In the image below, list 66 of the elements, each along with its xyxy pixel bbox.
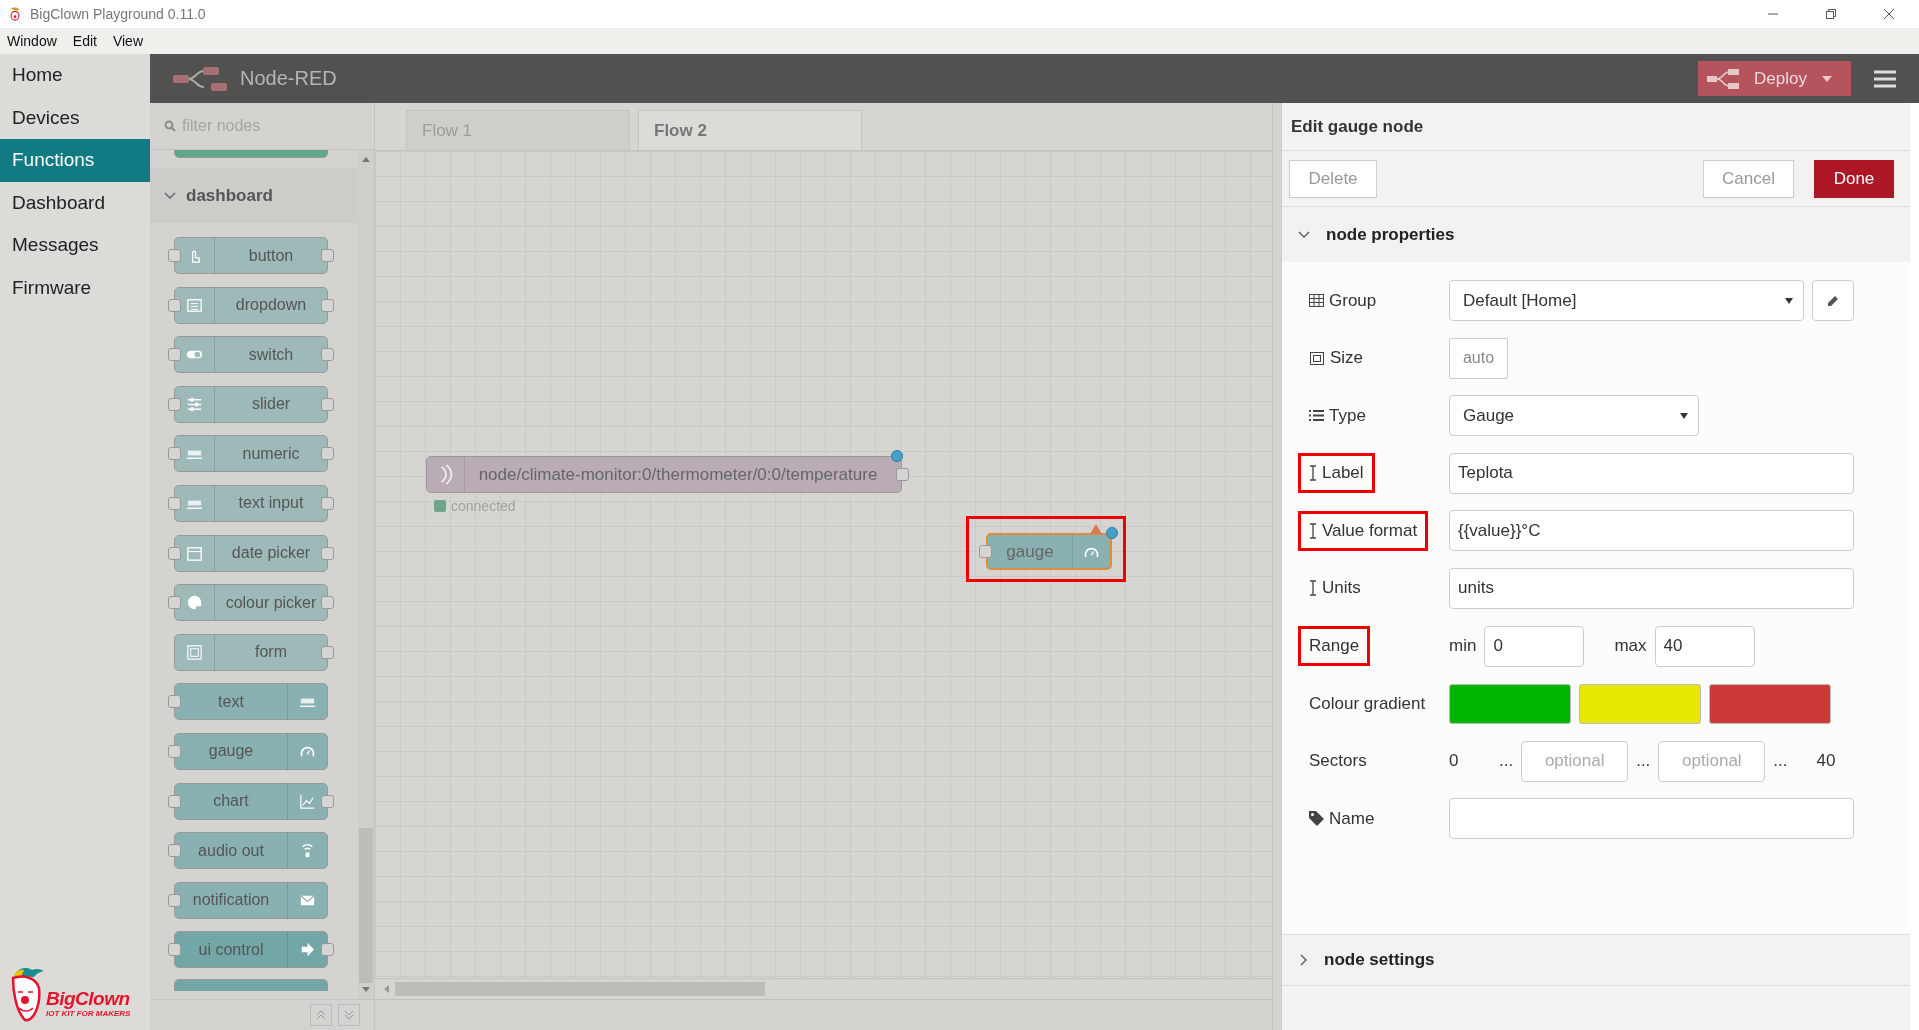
palette-node[interactable]: gauge (174, 732, 328, 770)
palette-node[interactable]: ui control (174, 931, 328, 969)
palette-node[interactable]: chart (174, 782, 328, 820)
size-button[interactable]: auto (1449, 337, 1508, 379)
field-label: Type (1298, 395, 1377, 436)
field-label: Value format (1298, 510, 1429, 551)
logo-name: BigClown (46, 989, 131, 1009)
palette-node[interactable]: switch (174, 336, 328, 374)
field-label: Colour gradient (1308, 692, 1427, 715)
sector-field[interactable]: optional (1521, 740, 1629, 782)
text-field[interactable]: units (1449, 567, 1854, 609)
max-label: max (1614, 636, 1647, 657)
palette-node[interactable]: audio out (174, 832, 328, 870)
app-title: Node-RED (240, 67, 337, 90)
editor-title: Edit gauge node (1282, 103, 1910, 151)
ellipsis: ... (1636, 751, 1651, 772)
field-label: Size (1298, 338, 1375, 379)
palette-node[interactable]: button (174, 237, 328, 274)
text-field[interactable]: Teplota (1449, 452, 1854, 494)
palette-node[interactable]: text input (174, 484, 328, 522)
nav-item[interactable]: Messages (0, 224, 150, 267)
palette-node[interactable]: date picker (174, 534, 328, 572)
palette-node[interactable]: dropdown (174, 286, 328, 324)
palette-node[interactable]: colour picker (174, 584, 328, 622)
delete-button[interactable]: Delete (1289, 159, 1377, 198)
text-field[interactable]: {{value}}°C (1449, 510, 1854, 552)
min-field[interactable]: 0 (1484, 625, 1585, 667)
ellipsis: ... (1499, 751, 1514, 772)
select-field[interactable]: Default [Home] (1449, 280, 1804, 321)
deploy-button[interactable]: Deploy (1698, 61, 1851, 96)
palette-node[interactable]: slider (174, 385, 328, 423)
logo-tagline: IOT KIT FOR MAKERS (46, 1009, 131, 1018)
flow-tab[interactable]: Flow 2 (638, 110, 862, 150)
palette-node[interactable]: text (174, 683, 328, 721)
field-label: Sectors (1308, 750, 1368, 773)
menu-item[interactable]: Window (7, 33, 57, 49)
category-header[interactable]: dashboard (150, 168, 358, 223)
max-field[interactable]: 40 (1654, 625, 1755, 667)
field-label: Label (1298, 453, 1375, 494)
palette-node[interactable]: notification (174, 881, 328, 919)
nav-item[interactable]: Devices (0, 96, 150, 139)
flow-node[interactable]: node/climate-monitor:0/thermometer/0:0/temperature (426, 456, 902, 493)
sector-end: 40 (1815, 751, 1836, 772)
window-title: BigClown Playground 0.11.0 (30, 6, 206, 22)
palette-node[interactable]: numeric (174, 435, 328, 473)
nav-item[interactable]: Dashboard (0, 181, 150, 224)
min-label: min (1449, 636, 1477, 657)
select-field[interactable]: Gauge (1449, 395, 1699, 437)
done-button[interactable]: Done (1814, 159, 1894, 198)
section-header[interactable]: node properties (1282, 207, 1910, 262)
cancel-button[interactable]: Cancel (1703, 159, 1794, 198)
field-label: Units (1298, 568, 1372, 609)
field-label: Range (1298, 626, 1371, 667)
menu-item[interactable]: View (112, 33, 143, 49)
section-header[interactable]: node settings (1282, 934, 1910, 986)
sector-start: 0 (1449, 751, 1460, 772)
sector-field[interactable]: optional (1658, 740, 1766, 782)
nav-item[interactable]: Home (0, 54, 150, 97)
nav-item[interactable]: Firmware (0, 266, 150, 309)
menu-item[interactable]: Edit (72, 33, 97, 49)
field-label: Name (1298, 798, 1386, 839)
nav-item[interactable]: Functions (0, 139, 150, 182)
palette-node[interactable]: form (174, 633, 328, 671)
ellipsis: ... (1773, 751, 1788, 772)
flow-node[interactable]: gauge (986, 533, 1112, 570)
field-label: Group (1298, 280, 1388, 321)
